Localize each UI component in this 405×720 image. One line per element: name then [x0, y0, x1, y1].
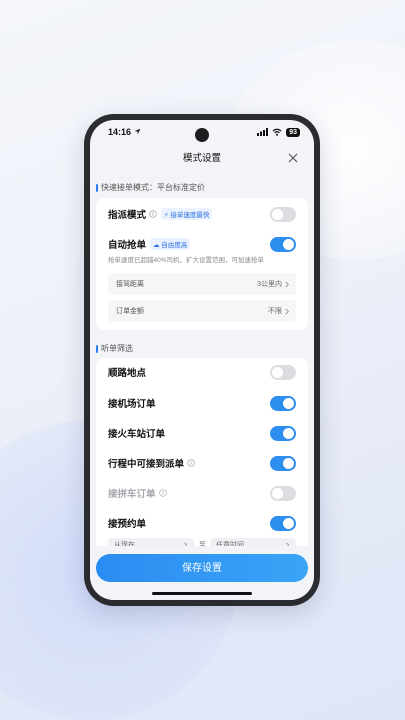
filter-row: 接拼车订单 — [108, 485, 296, 501]
info-icon[interactable] — [187, 459, 195, 467]
save-settings-button[interactable]: 保存设置 — [96, 554, 308, 582]
toggle-knob — [272, 487, 283, 499]
in-trip-dispatch-toggle[interactable] — [270, 455, 296, 471]
auto-grab-description: 抢单速度已超越40%司机，扩大设置范围，可加速抢单 — [108, 257, 265, 264]
filter-row: 行程中可接到派单 — [108, 455, 296, 471]
filter-label: 接预约单 — [108, 519, 147, 530]
section-marker — [96, 183, 98, 192]
freedom-tag: ☁ 自由度高 — [150, 238, 191, 250]
toggle-knob — [283, 397, 294, 409]
filter-label: 接火车站订单 — [108, 429, 166, 440]
dispatch-mode-row: 指派模式 ⚡ 接单速度最快 — [108, 206, 296, 222]
reservation-orders-toggle[interactable] — [270, 515, 296, 531]
filter-label: 顺路地点 — [108, 368, 147, 379]
airport-orders-toggle[interactable] — [270, 395, 296, 411]
filter-row: 顺路地点 — [108, 364, 296, 380]
pickup-distance-value: 3公里内 — [257, 281, 282, 288]
dispatch-mode-label: 指派模式 — [108, 210, 147, 221]
along-route-toggle[interactable] — [270, 364, 296, 380]
section-title: 快速接单模式：平台标准定价 — [101, 183, 205, 192]
status-icons: 93 — [257, 127, 300, 137]
toggle-knob — [272, 366, 283, 378]
pickup-distance-row[interactable]: 接驾距离 3公里内 — [108, 273, 296, 295]
auto-grab-label: 自动抢单 — [108, 240, 147, 251]
order-amount-value-group: 不限 — [268, 306, 290, 316]
camera-notch — [195, 128, 209, 142]
phone-frame: 14:16 93 模式设置 快速接单模式：平台标准定价 指派模式 ⚡ 接单速度最… — [84, 114, 320, 606]
toggle-knob — [283, 457, 294, 469]
freedom-tag-text: 自由度高 — [161, 242, 188, 249]
auto-grab-row: 自动抢单 ☁ 自由度高 — [108, 236, 296, 252]
section-marker — [96, 344, 98, 353]
section-title: 听单筛选 — [101, 344, 133, 353]
phone-screen: 14:16 93 模式设置 快速接单模式：平台标准定价 指派模式 ⚡ 接单速度最… — [90, 120, 314, 600]
chevron-right-icon — [285, 308, 289, 314]
wifi-icon — [272, 128, 282, 136]
info-icon[interactable] — [149, 210, 157, 218]
signal-icon — [257, 128, 269, 136]
filter-row: 接火车站订单 — [108, 425, 296, 441]
page-title: 模式设置 — [182, 153, 221, 164]
battery-icon: 93 — [286, 127, 300, 137]
footer: 保存设置 — [90, 546, 314, 600]
dispatch-mode-toggle[interactable] — [270, 206, 296, 222]
carpool-orders-toggle[interactable] — [270, 485, 296, 501]
quick-mode-card: 指派模式 ⚡ 接单速度最快 自动抢单 ☁ 自由度高 抢单速度已超越40%司机，扩… — [96, 198, 308, 330]
status-time: 14:16 — [108, 127, 132, 137]
speed-tag-text: 接单速度最快 — [170, 212, 210, 219]
order-amount-value: 不限 — [268, 308, 282, 315]
close-icon[interactable] — [286, 151, 300, 165]
order-amount-label: 订单金额 — [116, 308, 144, 315]
filter-label: 接拼车订单 — [108, 489, 156, 500]
home-indicator — [152, 592, 252, 595]
info-icon[interactable] — [158, 489, 167, 497]
train-station-orders-toggle[interactable] — [270, 425, 296, 441]
toggle-knob — [283, 517, 294, 529]
speed-tag: ⚡ 接单速度最快 — [161, 208, 213, 220]
filter-card: 顺路地点 接机场订单 接火车站订单 行程中可接到派单 接拼车订单 接预约单 — [96, 358, 308, 558]
chevron-right-icon — [285, 281, 289, 287]
filter-row: 接预约单 — [108, 515, 296, 531]
auto-grab-toggle[interactable] — [270, 236, 296, 252]
section-header-quick-mode: 快速接单模式：平台标准定价 — [96, 182, 205, 193]
filter-row: 接机场订单 — [108, 395, 296, 411]
section-header-filter: 听单筛选 — [96, 343, 133, 354]
location-arrow-icon — [134, 128, 140, 135]
toggle-knob — [272, 208, 283, 220]
order-amount-row[interactable]: 订单金额 不限 — [108, 300, 296, 322]
clock: 14:16 — [108, 127, 141, 137]
pickup-distance-value-group: 3公里内 — [257, 279, 290, 289]
pickup-distance-label: 接驾距离 — [116, 281, 144, 288]
filter-label: 行程中可接到派单 — [108, 459, 185, 470]
page-header: 模式设置 — [90, 148, 314, 170]
filter-label: 接机场订单 — [108, 399, 156, 410]
toggle-knob — [283, 427, 294, 439]
toggle-knob — [283, 238, 294, 250]
